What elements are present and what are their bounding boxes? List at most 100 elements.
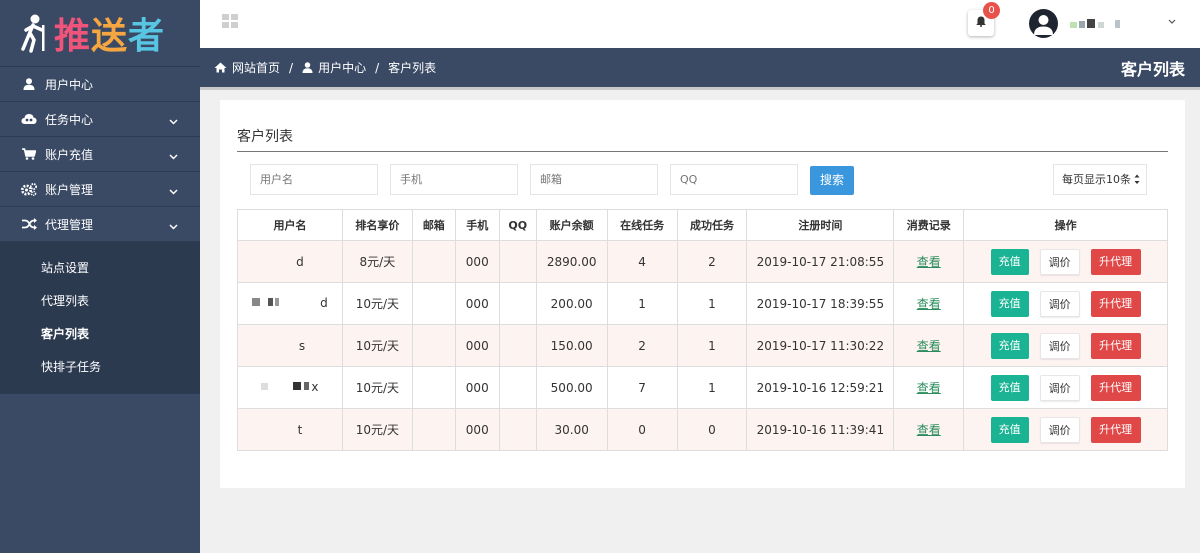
column-header: 用户名 (237, 209, 343, 241)
recharge-button[interactable]: 充值 (990, 290, 1029, 317)
email-cell (411, 324, 456, 367)
actions-cell: 充值 调价 升代理 (963, 240, 1168, 283)
divider (237, 151, 1168, 152)
success-tasks-cell: 0 (676, 408, 748, 451)
customer-table: 用户名 排名享价 邮箱 手机 QQ 账户余额 在线任务 成功任务 注册时间 消费… (237, 209, 1168, 451)
table-row: d 8元/天 000 2890.00 4 2 2019-10-17 21:08:… (237, 240, 1168, 283)
grid-menu-icon[interactable] (222, 14, 238, 31)
search-button[interactable]: 搜索 (810, 166, 854, 195)
email-input[interactable] (530, 164, 658, 195)
upgrade-agent-button[interactable]: 升代理 (1090, 332, 1141, 359)
registered-time-cell: 2019-10-17 18:39:55 (746, 282, 895, 325)
logo-char: 者 (128, 16, 166, 57)
customer-list-panel: 客户列表 搜索 每页显示10条 用户名 排名享价 邮箱 手机 QQ 账户余额 在… (220, 100, 1185, 488)
sidebar-subitem-agent-list[interactable]: 代理列表 (0, 284, 200, 317)
divider (200, 87, 1200, 90)
upgrade-agent-button[interactable]: 升代理 (1090, 290, 1141, 317)
logo[interactable]: 推送者 (0, 0, 200, 67)
phone-input[interactable] (390, 164, 518, 195)
select-arrows-icon (1134, 165, 1140, 206)
view-records-link[interactable]: 查看 (917, 255, 941, 269)
actions-cell: 充值 调价 升代理 (963, 324, 1168, 367)
actions-cell: 充值 调价 升代理 (963, 408, 1168, 451)
price-cell: 10元/天 (341, 408, 413, 451)
adjust-price-button[interactable]: 调价 (1039, 290, 1080, 317)
upgrade-agent-button[interactable]: 升代理 (1090, 374, 1141, 401)
sidebar-subitem-quick-rank-subtasks[interactable]: 快排子任务 (0, 350, 200, 383)
online-tasks-cell: 1 (606, 282, 678, 325)
sidebar-item-agent-management[interactable]: 代理管理 (0, 207, 200, 242)
page-size-select[interactable]: 每页显示10条 (1053, 164, 1147, 195)
adjust-price-button[interactable]: 调价 (1039, 416, 1080, 443)
sidebar-subitem-customer-list[interactable]: 客户列表 (0, 317, 200, 350)
price-cell: 8元/天 (341, 240, 413, 283)
breadcrumb-separator: / (375, 60, 380, 75)
view-records-link[interactable]: 查看 (917, 339, 941, 353)
username-input[interactable] (250, 164, 378, 195)
sidebar-item-task-center[interactable]: 任务中心 (0, 102, 200, 137)
email-cell (411, 366, 456, 409)
records-cell: 查看 (893, 408, 965, 451)
user-icon (302, 62, 313, 73)
records-cell: 查看 (893, 282, 965, 325)
column-header: 手机 (454, 209, 500, 241)
redacted-mark (261, 380, 311, 395)
qq-input[interactable] (670, 164, 798, 195)
online-tasks-cell: 2 (606, 324, 678, 367)
sidebar: 推送者 用户中心 任务中心 账户充值 账户管理 代理管理 站点设置 代理列表 客… (0, 0, 200, 553)
column-header: 在线任务 (606, 209, 678, 241)
breadcrumb-user-center[interactable]: 用户中心 (318, 59, 366, 76)
view-records-link[interactable]: 查看 (917, 381, 941, 395)
recharge-button[interactable]: 充值 (990, 374, 1029, 401)
column-header: 账户余额 (535, 209, 608, 241)
records-cell: 查看 (893, 366, 965, 409)
sidebar-subitem-label: 快排子任务 (41, 360, 102, 374)
upgrade-agent-button[interactable]: 升代理 (1090, 248, 1141, 275)
username-fragment: s (298, 338, 306, 353)
actions-cell: 充值 调价 升代理 (963, 366, 1168, 409)
sidebar-item-recharge[interactable]: 账户充值 (0, 137, 200, 172)
cart-icon (20, 148, 38, 160)
phone-cell: 000 (454, 366, 500, 409)
view-records-link[interactable]: 查看 (917, 423, 941, 437)
sidebar-item-user-center[interactable]: 用户中心 (0, 67, 200, 102)
sidebar-subitem-site-settings[interactable]: 站点设置 (0, 251, 200, 284)
column-header: QQ (498, 209, 537, 241)
chevron-down-icon (169, 149, 178, 163)
sidebar-filler (0, 393, 200, 553)
sidebar-item-label: 用户中心 (45, 77, 94, 92)
breadcrumb-current: 客户列表 (388, 61, 437, 75)
price-cell: 10元/天 (341, 324, 413, 367)
sidebar-item-label: 账户充值 (45, 147, 94, 162)
adjust-price-button[interactable]: 调价 (1039, 374, 1080, 401)
sidebar-submenu: 站点设置 代理列表 客户列表 快排子任务 (0, 242, 200, 393)
logo-char: 推 (54, 16, 92, 57)
recharge-button[interactable]: 充值 (990, 332, 1029, 359)
breadcrumb-home[interactable]: 网站首页 (232, 59, 280, 76)
email-cell (411, 408, 456, 451)
price-cell: 10元/天 (341, 282, 413, 325)
upgrade-agent-button[interactable]: 升代理 (1090, 416, 1141, 443)
table-row: s 10元/天 000 150.00 2 1 2019-10-17 11:30:… (237, 324, 1168, 367)
sidebar-item-label: 任务中心 (45, 112, 94, 127)
table-row: t 10元/天 000 30.00 0 0 2019-10-16 11:39:4… (237, 408, 1168, 451)
username-cell: d (237, 282, 343, 325)
home-icon (214, 62, 227, 73)
username-fragment: t (297, 422, 303, 437)
user-name-redacted[interactable] (1070, 18, 1135, 30)
column-header: 排名享价 (341, 209, 413, 241)
registered-time-cell: 2019-10-17 11:30:22 (746, 324, 895, 367)
recharge-button[interactable]: 充值 (990, 248, 1029, 275)
adjust-price-button[interactable]: 调价 (1039, 332, 1080, 359)
table-row: d 10元/天 000 200.00 1 1 2019-10-17 18:39:… (237, 282, 1168, 325)
adjust-price-button[interactable]: 调价 (1039, 248, 1080, 275)
avatar[interactable] (1029, 9, 1058, 38)
chevron-down-icon[interactable] (1168, 14, 1176, 28)
sidebar-item-account-management[interactable]: 账户管理 (0, 172, 200, 207)
view-records-link[interactable]: 查看 (917, 297, 941, 311)
registered-time-cell: 2019-10-16 12:59:21 (746, 366, 895, 409)
records-cell: 查看 (893, 324, 965, 367)
username-fragment: d (320, 296, 328, 310)
qq-cell (498, 408, 537, 451)
recharge-button[interactable]: 充值 (990, 416, 1029, 443)
